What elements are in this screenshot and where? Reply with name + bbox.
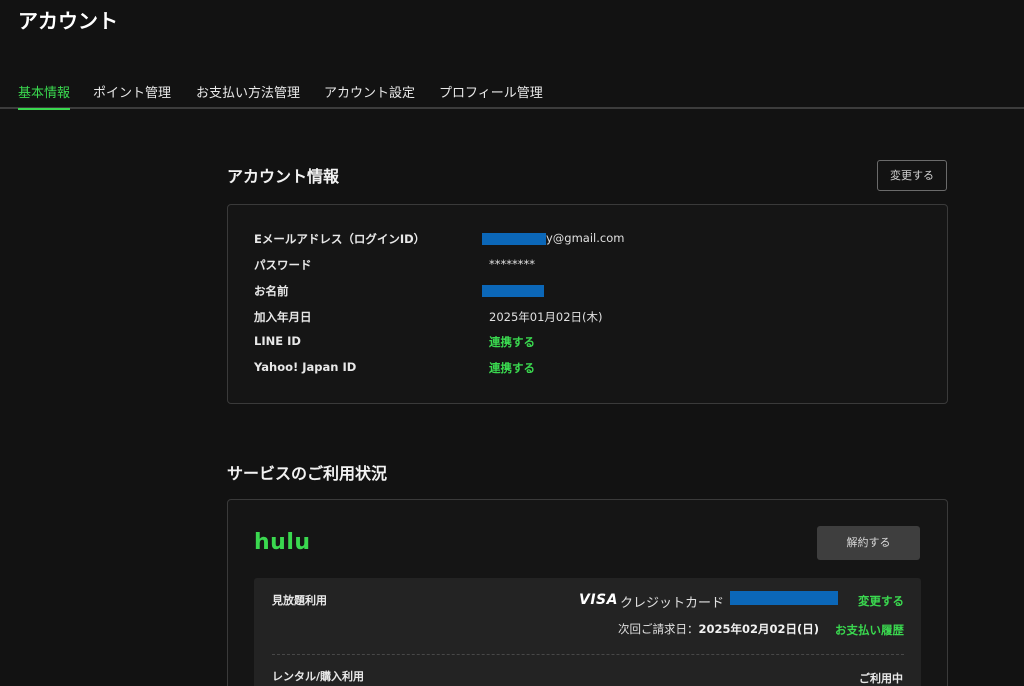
info-label: お名前 [254, 284, 289, 298]
info-row-email: Eメールアドレス（ログインID） y@gmail.com [254, 231, 934, 249]
join-date-value: 2025年01月02日(木) [489, 310, 603, 324]
rental-status: ご利用中 [859, 672, 903, 685]
tab-profile[interactable]: プロフィール管理 [439, 82, 543, 108]
line-link[interactable]: 連携する [489, 334, 535, 350]
info-row-name: お名前 [254, 283, 934, 301]
info-label: Yahoo! Japan ID [254, 360, 357, 374]
tab-points[interactable]: ポイント管理 [93, 82, 171, 108]
rental-label: レンタル/購入利用 [272, 670, 365, 683]
billing-label: 次回ご請求日： [618, 622, 699, 636]
tab-payment-methods[interactable]: お支払い方法管理 [196, 82, 300, 108]
change-payment-link[interactable]: 変更する [858, 593, 904, 609]
account-change-button[interactable]: 変更する [877, 160, 947, 191]
tab-basic-info[interactable]: 基本情報 [18, 82, 71, 110]
plan-box: 見放題利用 VISA クレジットカード 変更する 次回ご請求日：2025年02月… [254, 578, 921, 686]
card-number-redaction [730, 591, 838, 605]
tab-account-settings[interactable]: アカウント設定 [324, 82, 415, 108]
info-label: Eメールアドレス（ログインID） [254, 232, 426, 246]
redaction-block [482, 232, 546, 245]
plan-label: 見放題利用 [272, 594, 327, 607]
page-title: アカウント [18, 9, 118, 33]
divider [272, 654, 904, 655]
info-label: パスワード [254, 258, 312, 272]
info-label: 加入年月日 [254, 310, 312, 324]
hulu-logo: hulu [254, 530, 311, 555]
account-info-card: Eメールアドレス（ログインID） y@gmail.com パスワード *****… [227, 204, 948, 404]
yahoo-link[interactable]: 連携する [489, 360, 535, 376]
tab-bar: 基本情報 ポイント管理 お支払い方法管理 アカウント設定 プロフィール管理 [0, 78, 1024, 110]
info-row-join-date: 加入年月日 2025年01月02日(木) [254, 309, 934, 327]
name-value [482, 283, 544, 297]
next-billing: 次回ご請求日：2025年02月02日(日) [618, 621, 819, 637]
visa-logo: VISA [579, 592, 618, 608]
payment-history-link[interactable]: お支払い履歴 [835, 622, 904, 638]
account-info-title: アカウント情報 [227, 167, 340, 186]
info-label: LINE ID [254, 334, 301, 348]
info-row-yahoo-id: Yahoo! Japan ID 連携する [254, 360, 934, 378]
password-value: ******** [489, 257, 535, 271]
billing-date: 2025年02月02日(日) [698, 622, 820, 636]
email-value: y@gmail.com [482, 231, 624, 245]
cancel-subscription-button[interactable]: 解約する [817, 526, 920, 560]
account-page: アカウント 基本情報 ポイント管理 お支払い方法管理 アカウント設定 プロフィー… [0, 0, 1024, 686]
card-type: クレジットカード [620, 596, 725, 611]
email-text: y@gmail.com [546, 231, 625, 245]
info-row-line-id: LINE ID 連携する [254, 334, 934, 352]
redaction-block [482, 284, 544, 297]
service-status-title: サービスのご利用状況 [227, 464, 388, 483]
info-row-password: パスワード ******** [254, 257, 934, 275]
service-card: hulu 解約する 見放題利用 VISA クレジットカード 変更する 次回ご請求… [227, 499, 948, 686]
